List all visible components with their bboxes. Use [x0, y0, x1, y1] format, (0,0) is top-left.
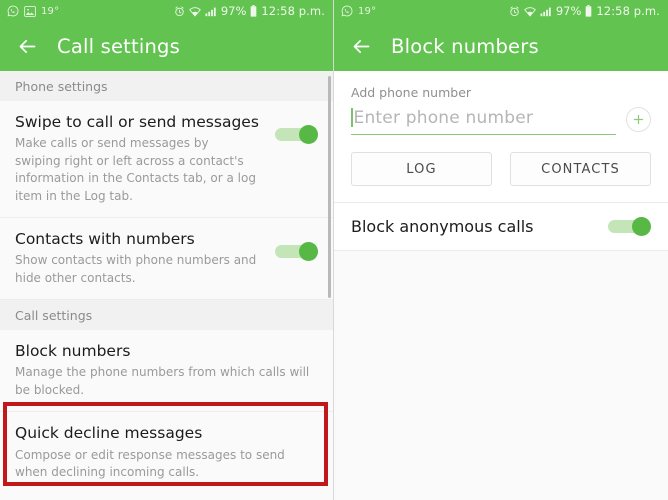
- whatsapp-icon: [7, 5, 19, 17]
- source-buttons-row: LOG CONTACTS: [334, 135, 668, 203]
- block-numbers-panel: Add phone number Enter phone number LOG …: [334, 71, 668, 500]
- setting-row-swipe-to-call[interactable]: Swipe to call or send messages Make call…: [0, 101, 333, 218]
- whatsapp-icon: [341, 5, 353, 17]
- row-texts: Contacts with numbers Show contacts with…: [15, 230, 265, 287]
- setting-title: Block numbers: [15, 342, 131, 361]
- add-phone-number-label: Add phone number: [351, 85, 472, 100]
- section-header-label: Phone settings: [15, 78, 108, 94]
- section-header-phone-settings: Phone settings: [0, 71, 333, 101]
- alarm-icon: [510, 5, 519, 16]
- setting-title: Swipe to call or send messages: [15, 113, 259, 131]
- toggle-thumb: [632, 217, 651, 236]
- back-arrow-icon[interactable]: [351, 36, 372, 57]
- status-bar-right-icons: 97% 12:58 p.m.: [509, 4, 660, 18]
- app-bar-right: Block numbers: [334, 22, 668, 71]
- status-bar-left: 19° 97% 12:58 p.m.: [0, 0, 333, 22]
- clock-label: 12:58 p.m.: [261, 4, 325, 18]
- temperature-label: 19°: [358, 5, 377, 17]
- battery-percent-label: 97%: [220, 4, 247, 18]
- add-phone-number-block: Add phone number Enter phone number: [334, 71, 668, 135]
- setting-row-block-numbers[interactable]: Block numbers Manage the phone numbers f…: [0, 330, 333, 413]
- status-bar-left-icons: 19°: [341, 5, 376, 17]
- log-button[interactable]: LOG: [351, 152, 492, 186]
- setting-subtitle: Manage the phone numbers from which call…: [15, 365, 310, 397]
- setting-title: Quick decline messages: [15, 424, 203, 443]
- clock-label: 12:58 p.m.: [596, 4, 660, 18]
- wifi-icon: [523, 6, 536, 17]
- right-phone-screen: 19° 97% 12:58 p.m. Block numbers Add pho…: [334, 0, 668, 500]
- status-bar-left-icons: 19°: [7, 5, 59, 17]
- photo-icon: [24, 5, 36, 17]
- phone-number-placeholder: Enter phone number: [353, 108, 534, 128]
- list-scrollbar[interactable]: [328, 76, 331, 298]
- text-caret: [351, 108, 353, 127]
- block-anonymous-calls-label: Block anonymous calls: [351, 217, 534, 236]
- setting-row-contacts-with-numbers[interactable]: Contacts with numbers Show contacts with…: [0, 217, 333, 301]
- block-anonymous-calls-row[interactable]: Block anonymous calls: [334, 203, 668, 251]
- empty-area: [334, 251, 668, 500]
- row-texts: Swipe to call or send messages Make call…: [15, 113, 265, 205]
- toggle-block-anonymous-calls[interactable]: [608, 217, 651, 236]
- toggle-thumb: [299, 241, 318, 261]
- back-arrow-icon[interactable]: [17, 36, 38, 57]
- row-texts: Block numbers Manage the phone numbers f…: [15, 342, 318, 399]
- setting-subtitle: Make calls or send messages by swiping r…: [15, 136, 256, 203]
- setting-subtitle: Compose or edit response messages to sen…: [15, 447, 285, 480]
- signal-icon: [540, 7, 551, 16]
- section-header-label: Call settings: [15, 307, 93, 323]
- contacts-button[interactable]: CONTACTS: [510, 152, 651, 186]
- setting-row-quick-decline-messages[interactable]: Quick decline messages Compose or edit r…: [0, 412, 333, 494]
- alarm-icon: [175, 5, 184, 16]
- battery-percent-label: 97%: [555, 4, 582, 18]
- setting-title: Contacts with numbers: [15, 229, 195, 248]
- wifi-icon: [188, 6, 201, 17]
- temperature-label: 19°: [41, 5, 60, 17]
- settings-list[interactable]: Phone settings Swipe to call or send mes…: [0, 71, 333, 500]
- app-bar-left: Call settings: [0, 22, 333, 71]
- battery-icon: [251, 5, 257, 17]
- dual-screenshot: 19° 97% 12:58 p.m. Call settings Phone s…: [0, 0, 668, 500]
- section-header-call-settings: Call settings: [0, 300, 333, 331]
- toggle-swipe-to-call[interactable]: [275, 125, 318, 144]
- signal-icon: [205, 7, 216, 16]
- toggle-thumb: [299, 125, 318, 144]
- status-bar-right: 19° 97% 12:58 p.m.: [334, 0, 668, 22]
- left-phone-screen: 19° 97% 12:58 p.m. Call settings Phone s…: [0, 0, 334, 500]
- toggle-contacts-with-numbers[interactable]: [275, 241, 318, 261]
- status-bar-right-icons: 97% 12:58 p.m.: [174, 4, 325, 18]
- add-number-button[interactable]: [626, 107, 651, 132]
- add-phone-number-line: Enter phone number: [351, 107, 651, 135]
- plus-icon: [633, 114, 644, 125]
- page-title: Block numbers: [391, 35, 539, 58]
- row-texts: Quick decline messages Compose or edit r…: [15, 424, 318, 481]
- battery-icon: [586, 5, 592, 17]
- setting-subtitle: Show contacts with phone numbers and hid…: [15, 253, 257, 285]
- page-title: Call settings: [57, 35, 180, 58]
- phone-number-input[interactable]: Enter phone number: [351, 108, 616, 135]
